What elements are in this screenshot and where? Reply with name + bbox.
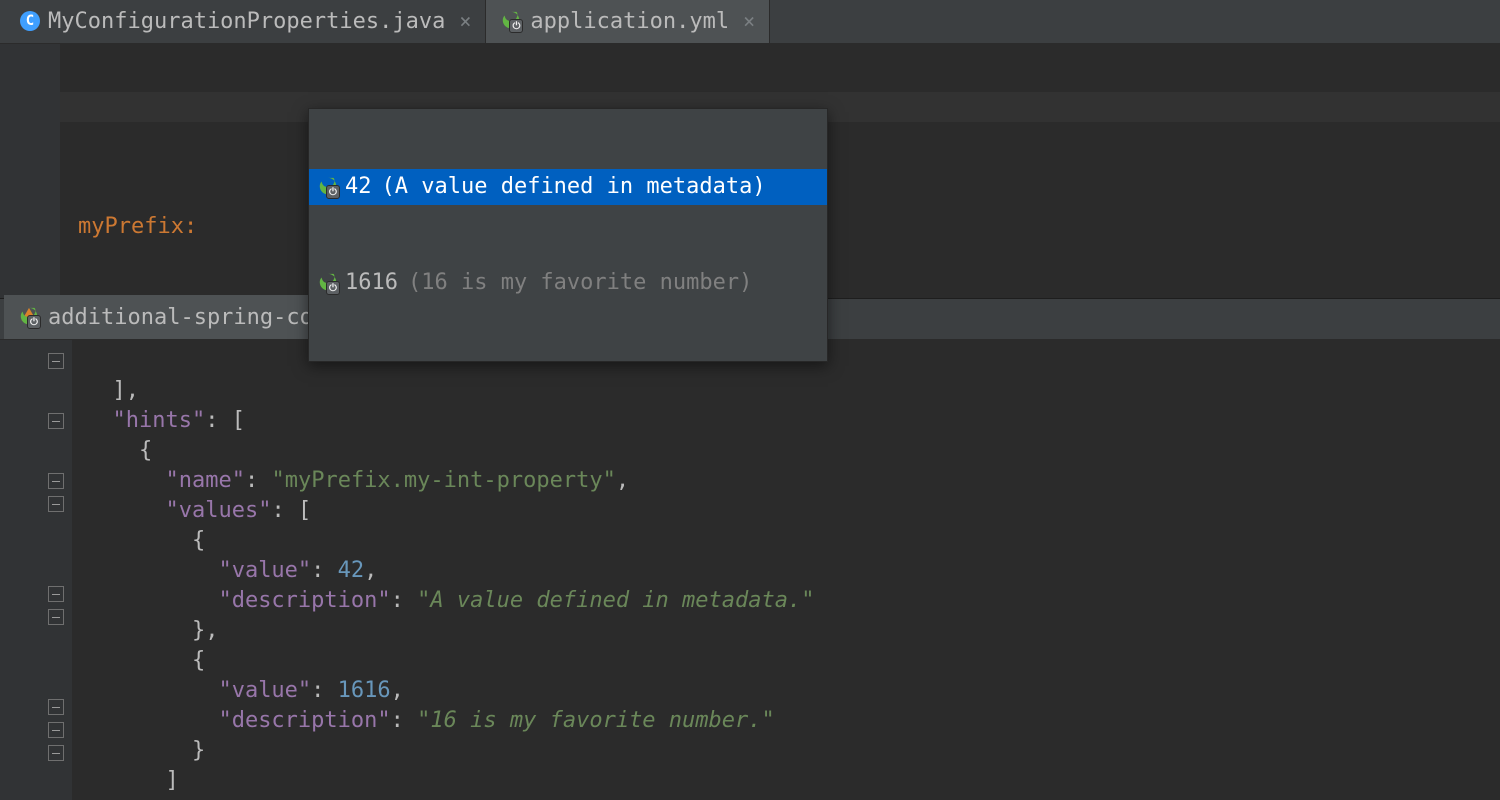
fold-toggle-icon[interactable]	[48, 586, 64, 602]
code-text: }	[86, 738, 205, 763]
yaml-key: myPrefix:	[78, 214, 197, 239]
spring-hint-icon: ⏻	[317, 176, 339, 198]
code-text: :	[311, 678, 338, 703]
fold-toggle-icon[interactable]	[48, 496, 64, 512]
code-text: {	[86, 648, 205, 673]
json-string: "16 is my favorite number."	[417, 708, 775, 733]
spring-config-icon: ⏻	[18, 306, 40, 328]
fold-toggle-icon[interactable]	[48, 609, 64, 625]
json-key: "description"	[218, 708, 390, 733]
json-number: 42	[338, 558, 365, 583]
fold-toggle-icon[interactable]	[48, 745, 64, 761]
completion-description: (A value defined in metadata)	[382, 172, 766, 202]
completion-item[interactable]: ⏻ 42 (A value defined in metadata)	[309, 169, 827, 205]
code-text	[86, 558, 218, 583]
spring-hint-icon: ⏻	[317, 272, 339, 294]
json-string: "A value defined in metadata."	[417, 588, 814, 613]
code-text: ]	[86, 768, 179, 793]
code-text: ,	[364, 558, 377, 583]
completion-popup: ⏻ 42 (A value defined in metadata) ⏻ 161…	[308, 108, 828, 362]
code-text: :	[391, 708, 418, 733]
fold-toggle-icon[interactable]	[48, 353, 64, 369]
tab-label: application.yml	[530, 9, 729, 34]
tab-label: MyConfigurationProperties.java	[48, 9, 445, 34]
code-text	[86, 708, 218, 733]
completion-value: 42	[345, 172, 372, 202]
fold-toggle-icon[interactable]	[48, 722, 64, 738]
fold-toggle-icon[interactable]	[48, 473, 64, 489]
code-text: :	[391, 588, 418, 613]
json-key: "value"	[218, 558, 311, 583]
json-key: "value"	[218, 678, 311, 703]
editor-top-pane: myPrefix: my-int-property: ⏻ 42 (A value…	[0, 44, 1500, 298]
yaml-code-area[interactable]: myPrefix: my-int-property: ⏻ 42 (A value…	[60, 44, 1500, 298]
code-text: ,	[391, 678, 404, 703]
tab-myconfigurationproperties[interactable]: C MyConfigurationProperties.java ×	[6, 0, 486, 43]
code-text: },	[86, 618, 218, 643]
code-text: :	[311, 558, 338, 583]
editor-gutter	[0, 340, 72, 800]
code-text	[86, 678, 218, 703]
editor-gutter	[0, 44, 60, 298]
close-icon[interactable]: ×	[743, 9, 755, 33]
close-icon[interactable]: ×	[459, 9, 471, 33]
fold-toggle-icon[interactable]	[48, 413, 64, 429]
completion-description: (16 is my favorite number)	[408, 268, 752, 298]
class-file-icon: C	[20, 11, 40, 31]
top-tabbar: C MyConfigurationProperties.java × ⏻ app…	[0, 0, 1500, 44]
fold-toggle-icon[interactable]	[48, 699, 64, 715]
tab-application-yml[interactable]: ⏻ application.yml ×	[486, 0, 770, 43]
json-number: 1616	[338, 678, 391, 703]
spring-config-icon: ⏻	[500, 10, 522, 32]
code-text	[86, 588, 218, 613]
json-key: "description"	[218, 588, 390, 613]
